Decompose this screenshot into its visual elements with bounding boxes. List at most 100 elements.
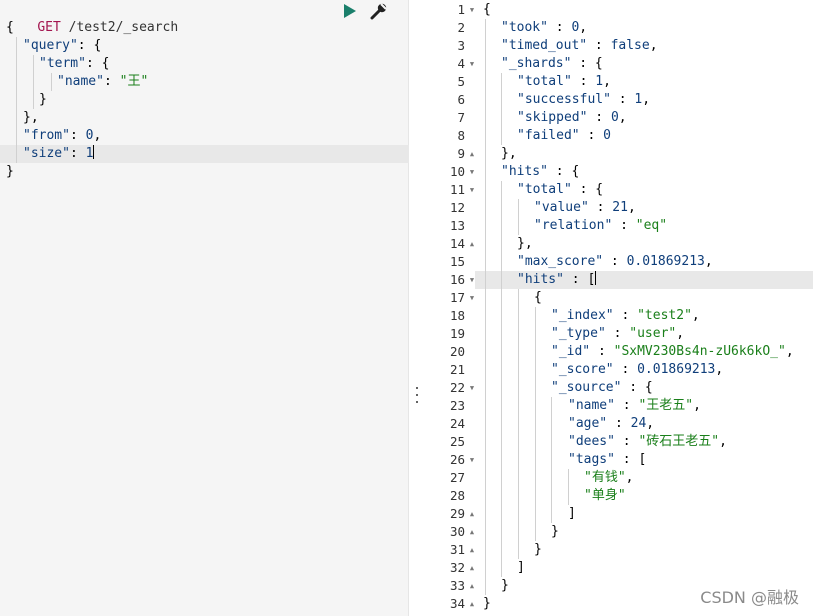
text-cursor [93, 145, 95, 159]
line-number: 18 [449, 308, 465, 323]
line-number: 7 [457, 110, 465, 125]
fold-toggle-icon[interactable]: ▲ [468, 505, 476, 523]
line-number: 30 [449, 524, 465, 539]
indent-guide [33, 55, 34, 109]
fold-toggle-icon[interactable]: ▼ [468, 1, 476, 19]
query-line: "query": { [23, 38, 102, 53]
fold-toggle-icon[interactable]: ▲ [468, 559, 476, 577]
line-number: 17 [449, 290, 465, 305]
response-viewer[interactable]: 1 2 3 4 5 6 7 8 9 10 11 12 13 14 15 16 1… [425, 0, 813, 616]
fold-toggle-icon[interactable]: ▼ [468, 181, 476, 199]
indent-guide [501, 73, 502, 145]
json-line: "total" : { [517, 182, 604, 197]
line-number: 28 [449, 488, 465, 503]
json-line: "skipped" : 0, [517, 110, 627, 125]
indent-guide [485, 19, 486, 595]
json-line: } [534, 542, 542, 557]
line-number: 9 [457, 146, 465, 161]
json-line: ] [517, 560, 525, 575]
size-line: "size": 1 [23, 145, 95, 161]
line-number: 21 [449, 362, 465, 377]
fold-toggle-icon[interactable]: ▼ [468, 379, 476, 397]
line-number: 26 [449, 452, 465, 467]
from-line: "from": 0, [23, 128, 102, 143]
line-number: 8 [457, 128, 465, 143]
line-number: 23 [449, 398, 465, 413]
json-line: "_score" : 0.01869213, [551, 362, 724, 377]
indent-guide [51, 73, 52, 91]
request-line: GET /test2/_search [6, 1, 178, 35]
json-line: "relation" : "eq" [534, 218, 668, 233]
line-number: 1 [457, 2, 465, 17]
line-number: 25 [449, 434, 465, 449]
line-number: 29 [449, 506, 465, 521]
json-line: "_index" : "test2", [551, 308, 700, 323]
fold-toggle-icon[interactable]: ▲ [468, 235, 476, 253]
term-line: "term": { [39, 56, 110, 71]
indent-guide [501, 181, 502, 577]
indent-guide [551, 397, 552, 523]
json-line: { [534, 290, 542, 305]
active-line-highlight [425, 271, 813, 289]
fold-toggle-icon[interactable]: ▼ [468, 289, 476, 307]
line-number: 22 [449, 380, 465, 395]
json-line: "failed" : 0 [517, 128, 611, 143]
fold-toggle-icon[interactable]: ▲ [468, 523, 476, 541]
fold-toggle-icon[interactable]: ▼ [468, 271, 476, 289]
json-line: "_type" : "user", [551, 326, 685, 341]
play-icon[interactable] [340, 2, 358, 20]
json-line: "timed_out" : false, [501, 38, 658, 53]
json-line: "hits" : [ [517, 271, 597, 287]
line-number: 14 [449, 236, 465, 251]
indent-guide [518, 199, 519, 235]
line-number: 15 [449, 254, 465, 269]
text-cursor [595, 271, 597, 285]
name-line: "name": "王" [57, 74, 149, 89]
line-number: 10 [449, 164, 465, 179]
query-close: }, [23, 110, 39, 125]
json-line: "value" : 21, [534, 200, 636, 215]
line-number: 32 [449, 560, 465, 575]
line-number: 6 [457, 92, 465, 107]
json-line: "_shards" : { [501, 56, 603, 71]
json-line: "age" : 24, [568, 416, 655, 431]
line-number: 27 [449, 470, 465, 485]
json-line: "_id" : "SxMV230Bs4n-zU6k6kO_", [551, 344, 794, 359]
json-line: }, [517, 236, 533, 251]
line-number: 12 [449, 200, 465, 215]
request-editor[interactable]: GET /test2/_search { "query": { "term": … [0, 0, 409, 616]
json-line: "took" : 0, [501, 20, 588, 35]
json-line: "total" : 1, [517, 74, 611, 89]
fold-toggle-icon[interactable]: ▼ [468, 55, 476, 73]
line-number: 24 [449, 416, 465, 431]
wrench-icon[interactable] [370, 2, 388, 20]
indent-guide [518, 289, 519, 559]
pane-divider[interactable] [409, 0, 425, 616]
line-number: 11 [449, 182, 465, 197]
body-close: } [6, 164, 14, 179]
json-line: } [501, 578, 509, 593]
fold-toggle-icon[interactable]: ▲ [468, 595, 476, 613]
fold-toggle-icon[interactable]: ▲ [468, 145, 476, 163]
line-number: 2 [457, 20, 465, 35]
json-line: "name" : "王老五", [568, 398, 701, 413]
fold-toggle-icon[interactable]: ▼ [468, 451, 476, 469]
fold-toggle-icon[interactable]: ▲ [468, 541, 476, 559]
json-line: "successful" : 1, [517, 92, 651, 107]
fold-toggle-icon[interactable]: ▼ [468, 163, 476, 181]
json-line: } [551, 524, 559, 539]
term-close: } [39, 92, 47, 107]
watermark: CSDN @融极 [700, 588, 799, 607]
line-number: 13 [449, 218, 465, 233]
indent-guide [568, 469, 569, 505]
line-number: 16 [449, 272, 465, 287]
resize-handle[interactable] [414, 387, 420, 403]
line-number: 34 [449, 596, 465, 611]
line-number: 19 [449, 326, 465, 341]
json-line: "有钱", [584, 470, 634, 485]
fold-toggle-icon[interactable]: ▲ [468, 577, 476, 595]
line-number: 4 [457, 56, 465, 71]
json-line: }, [501, 146, 517, 161]
line-number: 33 [449, 578, 465, 593]
json-line: "单身" [584, 488, 626, 503]
